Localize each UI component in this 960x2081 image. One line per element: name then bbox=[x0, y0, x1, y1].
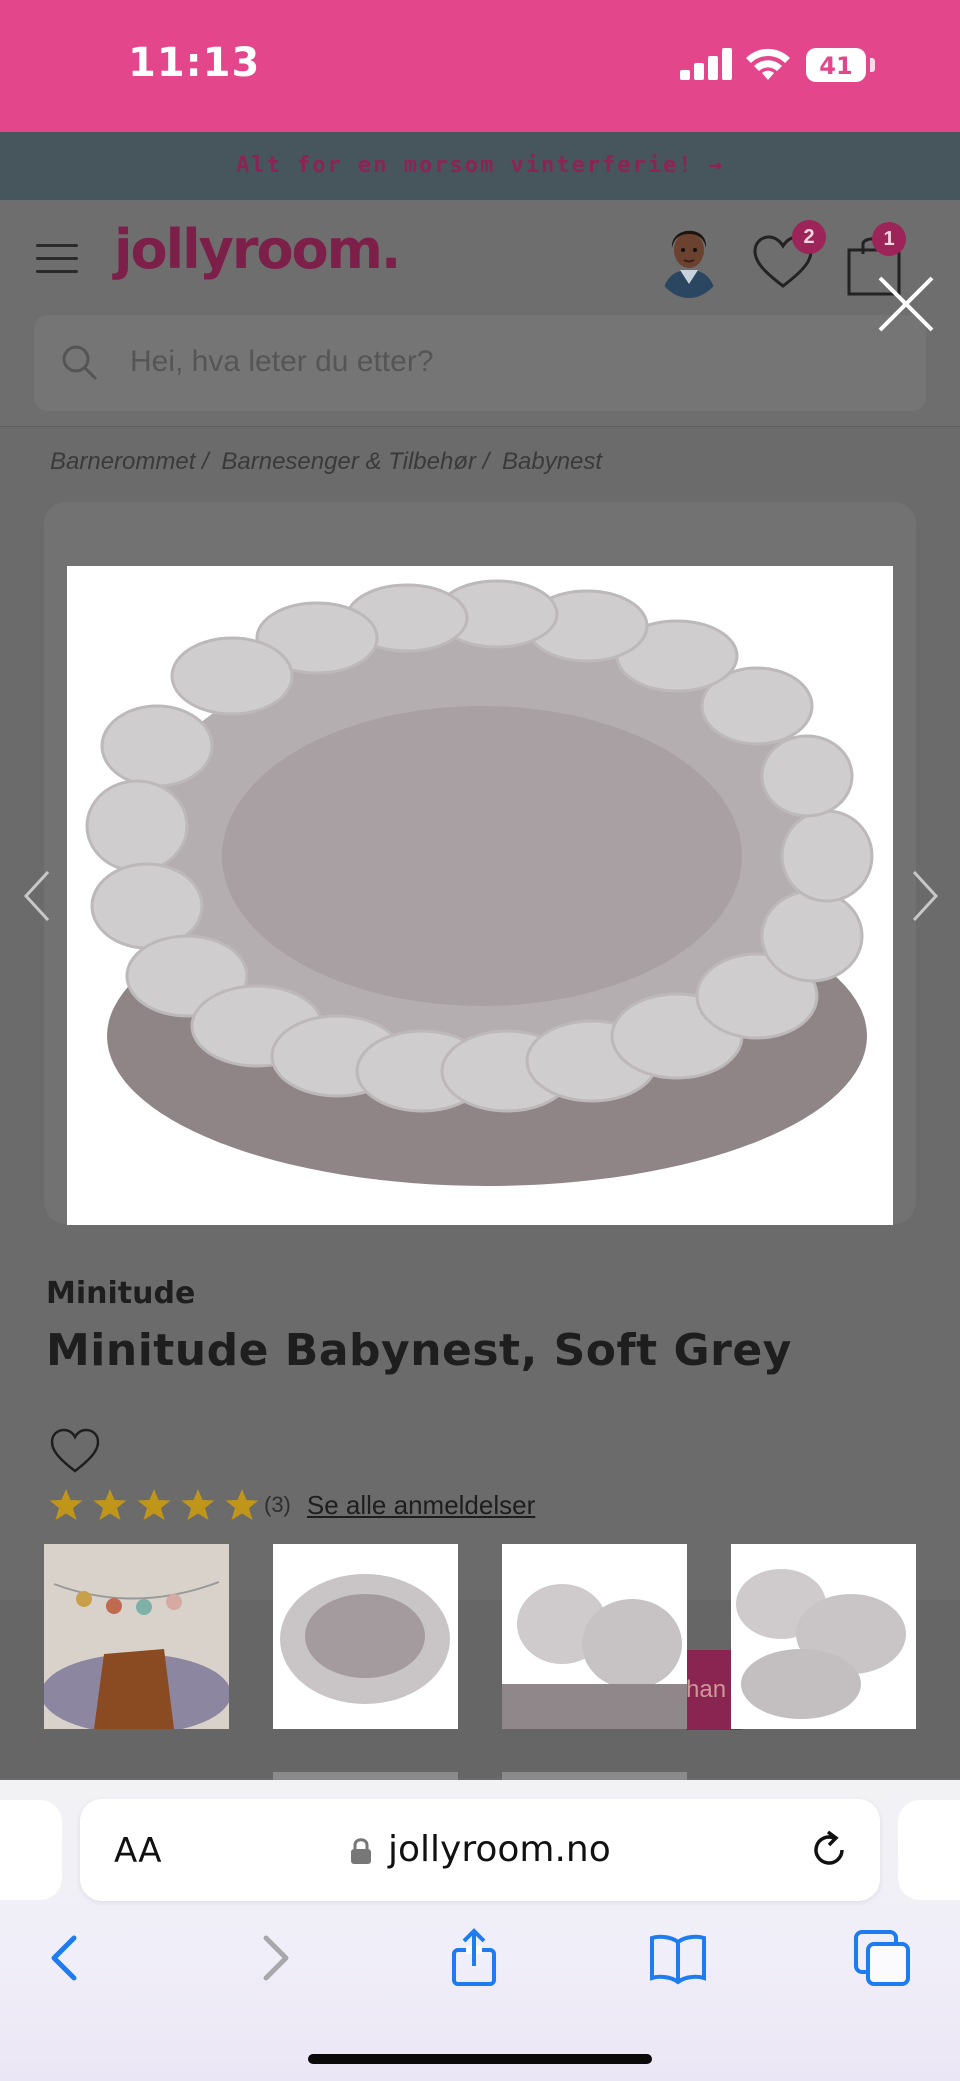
browser-toolbar: AA jollyroom.no bbox=[0, 1780, 960, 2081]
next-tab-peek[interactable] bbox=[898, 1800, 960, 1900]
thumbnail-image bbox=[731, 1544, 916, 1729]
bookmarks-icon[interactable] bbox=[648, 1928, 708, 1988]
home-indicator bbox=[308, 2054, 652, 2064]
address-bar[interactable]: AA jollyroom.no bbox=[80, 1799, 880, 1901]
review-count: (3) bbox=[264, 1492, 291, 1517]
site-logo[interactable]: jollyroom. bbox=[114, 218, 401, 281]
search-placeholder: Hei, hva leter du etter? bbox=[130, 345, 434, 378]
thumbnail-3[interactable] bbox=[502, 1544, 687, 1729]
close-icon[interactable] bbox=[874, 272, 938, 336]
thumbnail-next-row bbox=[273, 1772, 458, 1780]
star-icon bbox=[181, 1489, 215, 1520]
thumbnail-image bbox=[44, 1544, 229, 1729]
star-icon bbox=[93, 1489, 127, 1520]
status-bar: 11:13 41 bbox=[0, 0, 960, 132]
rating-stars: (3) Se alle anmeldelser bbox=[48, 1488, 535, 1522]
back-icon[interactable] bbox=[36, 1928, 96, 1988]
lock-icon bbox=[351, 1838, 371, 1864]
breadcrumb: Barnerommet / Barnesenger & Tilbehør / B… bbox=[50, 448, 608, 476]
reload-icon[interactable] bbox=[808, 1829, 850, 1871]
cellular-signal-icon bbox=[680, 48, 732, 80]
next-image-icon[interactable] bbox=[904, 868, 944, 924]
breadcrumb-item[interactable]: Babynest bbox=[502, 448, 602, 475]
previous-image-icon[interactable] bbox=[18, 868, 58, 924]
see-all-reviews-link[interactable]: Se alle anmeldelser bbox=[307, 1490, 535, 1521]
search-icon bbox=[62, 345, 98, 381]
wifi-icon bbox=[746, 48, 790, 80]
search-input[interactable]: Hei, hva leter du etter? bbox=[34, 315, 926, 411]
url-text: jollyroom.no bbox=[388, 1829, 611, 1870]
tabs-icon[interactable] bbox=[852, 1928, 912, 1988]
share-icon[interactable] bbox=[444, 1928, 504, 1988]
star-icon bbox=[225, 1489, 259, 1520]
stars-holder bbox=[48, 1488, 268, 1522]
battery-icon: 41 bbox=[806, 48, 866, 82]
add-to-wishlist-icon[interactable] bbox=[50, 1428, 100, 1474]
thumbnail-1[interactable] bbox=[44, 1544, 229, 1729]
site-header: jollyroom. 2 1 Hei, hva leter du etter? bbox=[0, 200, 960, 427]
avatar[interactable] bbox=[654, 214, 724, 298]
battery-percent: 41 bbox=[819, 52, 853, 80]
thumbnail-4[interactable] bbox=[731, 1544, 916, 1729]
thumbnail-image bbox=[502, 1544, 687, 1729]
cart-count-badge: 1 bbox=[872, 222, 906, 256]
text-size-button[interactable]: AA bbox=[114, 1831, 161, 1871]
thumbnail-strip bbox=[44, 1544, 916, 1730]
wishlist-count-badge: 2 bbox=[792, 220, 826, 254]
promo-banner[interactable]: Alt for en morsom vinterferie! → bbox=[0, 132, 960, 200]
forward-icon[interactable] bbox=[244, 1928, 304, 1988]
product-title: Minitude Babynest, Soft Grey bbox=[46, 1325, 792, 1376]
breadcrumb-item[interactable]: Barnerommet / bbox=[50, 448, 209, 475]
product-brand[interactable]: Minitude bbox=[46, 1276, 195, 1311]
status-time: 11:13 bbox=[128, 40, 261, 86]
menu-icon[interactable] bbox=[36, 244, 78, 274]
star-icon bbox=[49, 1489, 83, 1520]
thumbnail-2[interactable] bbox=[273, 1544, 458, 1729]
previous-tab-peek[interactable] bbox=[0, 1800, 62, 1900]
star-icon bbox=[137, 1489, 171, 1520]
wishlist-button[interactable]: 2 bbox=[752, 220, 826, 290]
product-image[interactable] bbox=[67, 566, 893, 1225]
thumbnail-next-row bbox=[502, 1772, 687, 1780]
thumbnail-image bbox=[273, 1544, 458, 1729]
babynest-illustration bbox=[85, 579, 874, 1186]
battery-cap bbox=[870, 58, 875, 72]
breadcrumb-item[interactable]: Barnesenger & Tilbehør / bbox=[221, 448, 489, 475]
